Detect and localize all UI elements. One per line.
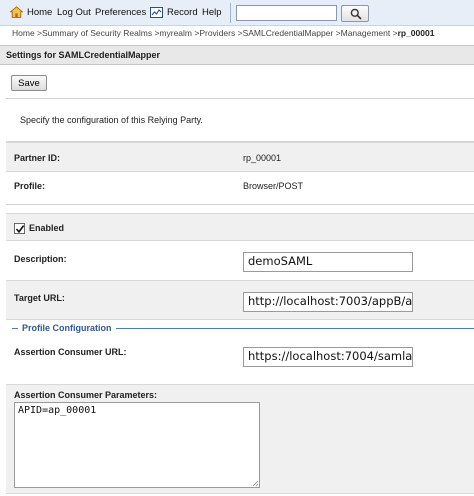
page-title-bar: Settings for SAMLCredentialMapper [0, 45, 474, 65]
help-link[interactable]: Help [202, 7, 222, 18]
profile-row: Profile: Browser/POST [6, 172, 474, 204]
record-icon[interactable] [150, 7, 163, 18]
preferences-link[interactable]: Preferences [95, 7, 146, 18]
breadcrumb-item[interactable]: Providers [199, 28, 235, 38]
breadcrumb-separator: > [390, 28, 398, 38]
search-input[interactable] [236, 5, 337, 21]
home-link[interactable]: Home [27, 7, 52, 18]
partner-id-row: Partner ID: rp_00001 [6, 142, 474, 172]
record-link[interactable]: Record [167, 7, 198, 18]
breadcrumb: Home >Summary of Security Realms >myreal… [12, 28, 434, 38]
logout-link[interactable]: Log Out [57, 7, 91, 18]
breadcrumb-item[interactable]: Summary of Security Realms [42, 28, 152, 38]
save-button[interactable]: Save [11, 75, 47, 91]
top-toolbar: Home Log Out Preferences Record Help [0, 0, 474, 26]
target-url-row: Target URL: http://localhost:7003/appB/a… [6, 280, 474, 320]
divider [6, 204, 474, 205]
enabled-row: Enabled [6, 213, 474, 241]
enabled-checkbox[interactable] [14, 223, 25, 234]
acs-params-row: Assertion Consumer Parameters: APID=ap_0… [6, 384, 474, 494]
description-input[interactable]: demoSAML [243, 252, 413, 272]
breadcrumb-item[interactable]: SAMLCredentialMapper [243, 28, 334, 38]
description-label: Description: [14, 254, 67, 264]
divider [6, 98, 474, 99]
acs-params-textarea[interactable]: APID=ap_00001 [14, 402, 260, 488]
section-title: Profile Configuration [18, 323, 116, 333]
breadcrumb-item[interactable]: Management [341, 28, 391, 38]
partner-id-value: rp_00001 [243, 153, 282, 163]
profile-value: Browser/POST [243, 181, 304, 191]
breadcrumb-item[interactable]: myrealm [159, 28, 192, 38]
home-icon[interactable] [10, 6, 23, 18]
acs-url-label: Assertion Consumer URL: [14, 347, 127, 357]
checkmark-icon [15, 225, 25, 234]
page-title: Settings for SAMLCredentialMapper [6, 50, 161, 60]
toolbar-divider [230, 3, 231, 23]
breadcrumb-separator: > [333, 28, 341, 38]
breadcrumb-item[interactable]: Home [12, 28, 35, 38]
search-button[interactable] [341, 5, 369, 22]
target-url-input[interactable]: http://localhost:7003/appB/ad [243, 292, 413, 312]
partner-id-label: Partner ID: [14, 153, 61, 163]
enabled-label: Enabled [29, 223, 65, 233]
description-row: Description: demoSAML [6, 243, 474, 280]
intro-text: Specify the configuration of this Relyin… [20, 115, 203, 125]
target-url-label: Target URL: [14, 293, 65, 303]
acs-url-input[interactable]: https://localhost:7004/samlacs [243, 347, 413, 367]
acs-params-label: Assertion Consumer Parameters: [14, 390, 158, 400]
breadcrumb-separator: > [235, 28, 243, 38]
acs-url-row: Assertion Consumer URL: https://localhos… [6, 336, 474, 377]
breadcrumb-separator: > [34, 28, 43, 38]
search-icon [350, 8, 362, 20]
resize-handle-icon[interactable] [251, 479, 259, 487]
breadcrumb-current: rp_00001 [397, 28, 435, 38]
profile-label: Profile: [14, 181, 46, 191]
acs-params-text: APID=ap_00001 [18, 405, 97, 416]
